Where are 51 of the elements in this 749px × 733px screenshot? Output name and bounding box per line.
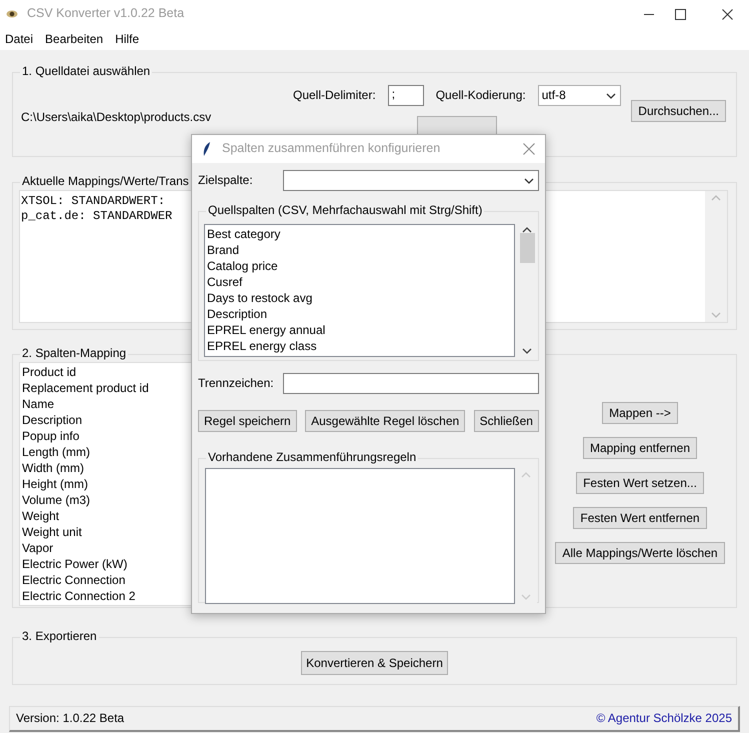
window-title: CSV Konverter v1.0.22 Beta (27, 6, 184, 22)
action-button[interactable]: Mapping entfernen (582, 437, 698, 459)
menu-item[interactable]: Bearbeiten (40, 32, 110, 46)
scroll-up-icon[interactable] (522, 226, 532, 233)
list-item[interactable]: Catalog price (205, 258, 514, 274)
list-item[interactable]: Days to restock avg (205, 290, 514, 306)
browse-button[interactable]: Durchsuchen... (631, 100, 726, 122)
list-item[interactable]: Brand (205, 242, 514, 258)
scrollbar-thumb[interactable] (520, 233, 534, 263)
mapping-line: p_cat.de: STANDARDWER (21, 209, 172, 223)
menu-item[interactable]: Hilfe (110, 32, 146, 46)
list-item[interactable]: Description (205, 306, 514, 322)
list-item[interactable]: Cusref (205, 274, 514, 290)
group-title: Vorhandene Zusammenführungsregeln (206, 450, 418, 465)
delimiter-field[interactable]: ; (388, 85, 424, 106)
maximize-icon[interactable] (675, 8, 686, 20)
mapping-line: XTSOL: STANDARDWERT: (21, 194, 166, 208)
delimiter-label: Quell-Delimiter: (293, 88, 376, 103)
action-button[interactable]: Festen Wert entfernen (573, 507, 707, 529)
encoding-select[interactable]: utf-8 (538, 85, 621, 106)
group-title: Quellspalten (CSV, Mehrfachauswahl mit Strg/Shift) (206, 203, 484, 218)
target-column-label: Zielspalte: (198, 173, 253, 188)
action-button[interactable]: Mappen --> (602, 402, 678, 424)
action-button[interactable]: Festen Wert setzen... (576, 472, 704, 494)
dialog-title: Spalten zusammenführen konfigurieren (222, 141, 440, 157)
dialog-button[interactable]: Schließen (474, 410, 539, 432)
separator-label: Trennzeichen: (198, 376, 274, 391)
version-text: Version: 1.0.22 Beta (16, 711, 124, 726)
dialog-button[interactable]: Regel speichern (198, 410, 297, 432)
group-title: 3. Exportieren (20, 629, 99, 644)
group-title: Aktuelle Mappings/Werte/Trans (20, 174, 191, 189)
chevron-down-icon (604, 90, 617, 100)
list-item[interactable]: EPREL energy class (205, 338, 514, 354)
separator-field[interactable] (283, 373, 539, 394)
target-column-select[interactable] (283, 170, 539, 191)
file-path: C:\Users\aika\Desktop\products.csv (21, 110, 212, 126)
group-title: 2. Spalten-Mapping (20, 346, 128, 361)
feather-icon (202, 141, 212, 157)
copyright-text: © Agentur Schölzke 2025 (596, 711, 732, 726)
action-button[interactable]: Alle Mappings/Werte löschen (555, 542, 725, 564)
app-icon (6, 9, 18, 19)
convert-button[interactable]: Konvertieren & Speichern (301, 651, 448, 675)
chevron-down-icon (523, 176, 535, 186)
menu-item[interactable]: Datei (0, 32, 40, 46)
encoding-label: Quell-Kodierung: (436, 88, 526, 103)
dialog-button[interactable]: Ausgewählte Regel löschen (305, 410, 466, 432)
scroll-down-icon[interactable] (522, 348, 532, 355)
list-item[interactable]: EPREL energy annual (205, 322, 514, 338)
list-item[interactable]: Best category (205, 226, 514, 242)
close-icon[interactable] (722, 8, 733, 20)
group-title: 1. Quelldatei auswählen (20, 64, 152, 79)
